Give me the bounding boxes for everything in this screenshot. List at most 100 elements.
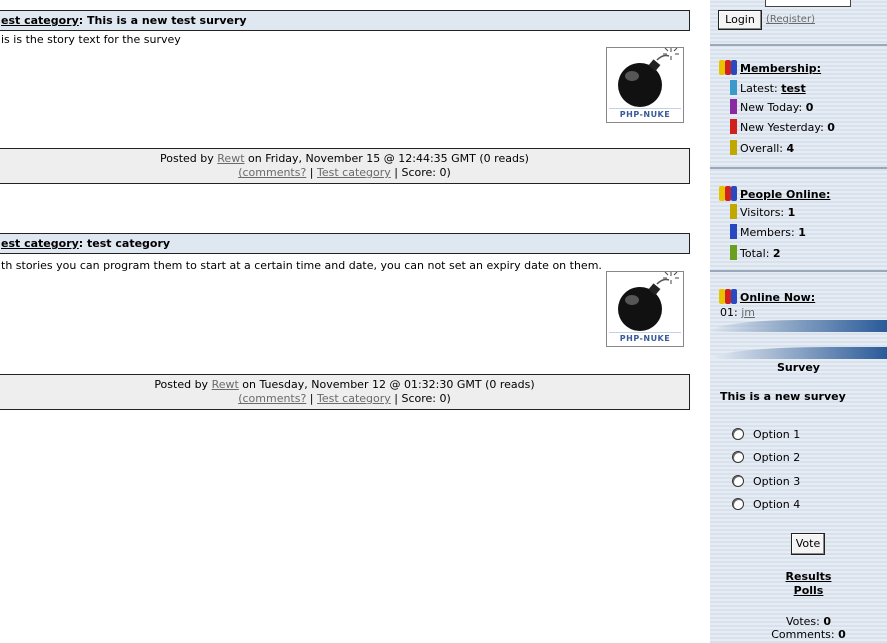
bomb-icon [618,48,679,107]
divider [710,167,887,169]
author-link[interactable]: Rewt [217,152,244,165]
comments-link[interactable]: (comments? [238,166,306,179]
latest-label: Latest: [740,82,782,95]
story-title-bar: est category: test category [0,233,690,254]
online-user-link[interactable]: jm [741,306,755,319]
members-label: Members: [740,226,799,239]
new-yesterday-value: 0 [827,121,835,134]
right-sidebar: Login (Register) Membership: Latest: tes… [710,0,887,643]
online-user-number: 01: [720,306,742,319]
topic-image[interactable]: PHP-NUKE [606,47,684,123]
new-yesterday-label: New Yesterday: [740,121,828,134]
online-now-heading: Online Now: [719,289,815,304]
story-links: (comments? | Test category | Score: 0) [0,166,689,180]
option-label: Option 1 [753,428,801,441]
total-value: 2 [772,247,781,260]
survey-option[interactable]: Option 2 [732,451,800,464]
user-icon [730,80,737,95]
option-label: Option 4 [753,498,801,511]
votes-label: Votes: [785,615,824,628]
membership-heading: Membership: [719,60,821,75]
new-today-row: New Today: 0 [730,99,813,114]
people-online-link[interactable]: People Online: [740,188,830,201]
radio-button[interactable] [732,428,744,440]
comments-row: Comments: 0 [710,628,887,641]
story-category-link[interactable]: est category [1,237,79,250]
comments-value: 0 [838,628,846,641]
new-today-label: New Today: [740,101,806,114]
online-now-link[interactable]: Online Now: [740,291,815,304]
visitors-value: 1 [787,206,796,219]
category-link[interactable]: Test category [317,392,391,405]
radio-button[interactable] [732,475,744,487]
survey-option[interactable]: Option 3 [732,475,800,488]
survey-option[interactable]: Option 1 [732,428,800,441]
bomb-icon [618,272,679,331]
story-title: : test category [78,237,171,250]
topic-image[interactable]: PHP-NUKE [606,271,684,347]
group-icon [719,186,738,201]
user-icon [730,140,737,155]
posted-by-label: Posted by [154,378,212,391]
polls-row: Polls [710,584,887,597]
vote-button[interactable]: Vote [791,533,825,555]
results-row: Results [710,570,887,583]
visitors-row: Visitors: 1 [730,204,795,219]
story-score: | Score: 0) [390,392,451,405]
topic-caption: PHP-NUKE [609,108,681,120]
overall-value: 4 [786,142,795,155]
separator: | [306,166,318,179]
story-title-bar: est category: This is a new test survery [0,10,690,31]
story-footer: Posted by Rewt on Tuesday, November 12 @… [0,374,690,410]
members-value: 1 [798,226,806,239]
latest-member-row: Latest: test [730,80,806,95]
story-score: | Score: 0) [390,166,451,179]
password-field[interactable] [765,0,851,7]
section-swoosh [710,320,887,332]
radio-button[interactable] [732,451,744,463]
posted-date: on Friday, November 15 @ 12:44:35 GMT (0… [244,152,529,165]
radio-button[interactable] [732,498,744,510]
membership-link[interactable]: Membership: [740,62,821,75]
comments-link[interactable]: (comments? [238,392,306,405]
visitors-label: Visitors: [740,206,788,219]
story-text: th stories you can program them to start… [1,259,602,272]
latest-member-link[interactable]: test [781,82,806,95]
author-link[interactable]: Rewt [212,378,239,391]
topic-caption: PHP-NUKE [609,332,681,344]
total-label: Total: [740,247,773,260]
votes-value: 0 [823,615,832,628]
register-link[interactable]: (Register) [766,14,815,25]
option-label: Option 3 [753,475,801,488]
story-title: : This is a new test survery [78,14,247,27]
votes-row: Votes: 0 [710,615,887,628]
new-yesterday-row: New Yesterday: 0 [730,119,835,134]
story-links: (comments? | Test category | Score: 0) [0,392,689,406]
story-category-link[interactable]: est category [1,14,79,27]
people-online-heading: People Online: [719,186,830,201]
new-today-value: 0 [805,101,814,114]
user-icon [730,204,737,219]
category-link[interactable]: Test category [317,166,391,179]
online-user-row: 01: jm [720,306,755,319]
survey-header-bar [710,347,887,359]
posted-line: Posted by Rewt on Tuesday, November 12 @… [0,378,689,392]
total-row: Total: 2 [730,245,781,260]
results-link[interactable]: Results [786,570,832,583]
survey-question: This is a new survey [720,390,846,403]
login-button[interactable]: Login [718,10,762,30]
group-icon [719,60,738,75]
comments-label: Comments: [771,628,839,641]
option-label: Option 2 [753,451,801,464]
survey-title: Survey [777,361,820,374]
user-icon [730,224,737,239]
polls-link[interactable]: Polls [794,584,824,597]
posted-date: on Tuesday, November 12 @ 01:32:30 GMT (… [238,378,535,391]
user-icon [730,99,737,114]
story-footer: Posted by Rewt on Friday, November 15 @ … [0,148,690,184]
story-text: is is the story text for the survey [1,33,181,46]
survey-option[interactable]: Option 4 [732,498,800,511]
divider [710,44,887,46]
posted-by-label: Posted by [160,152,218,165]
divider [710,270,887,272]
